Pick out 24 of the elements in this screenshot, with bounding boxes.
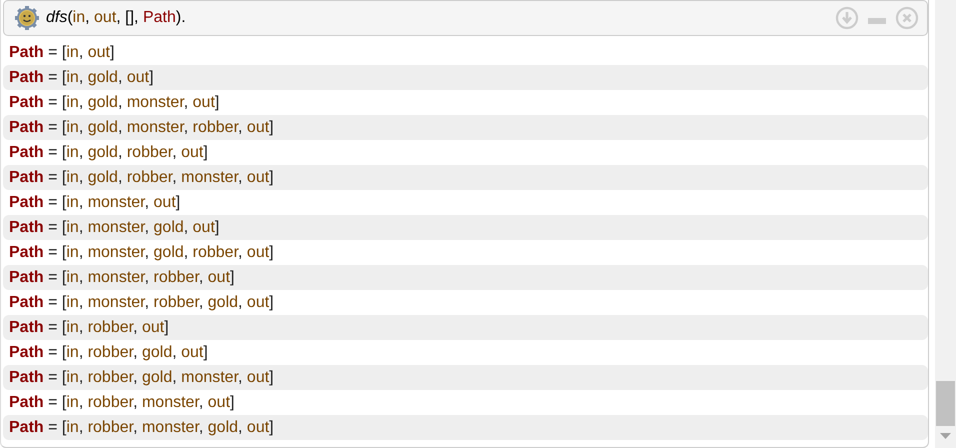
answer-row-text: Path = [in, out] (8, 43, 116, 63)
answer-row-text: Path = [in, gold, robber, out] (8, 143, 209, 163)
answer-row: Path = [in, robber, monster, gold, out] (3, 415, 928, 440)
answer-row: Path = [in, robber, out] (3, 315, 928, 340)
download-icon[interactable] (835, 6, 859, 30)
answer-row-text: Path = [in, monster, robber, gold, out] (8, 293, 275, 313)
answer-row: Path = [in, gold, monster, robber, out] (3, 115, 928, 140)
answer-row-text: Path = [in, monster, gold, robber, out] (8, 243, 275, 263)
minimize-icon[interactable] (867, 17, 887, 25)
scrollbar[interactable] (935, 0, 956, 448)
answer-row-text: Path = [in, gold, monster, out] (8, 93, 220, 113)
answer-row-text: Path = [in, robber, monster, out] (8, 393, 236, 413)
answer-row-text: Path = [in, robber, gold, out] (8, 343, 209, 363)
answer-row: Path = [in, monster, robber, out] (3, 265, 928, 290)
scrollbar-thumb[interactable] (936, 381, 955, 426)
answer-row: Path = [in, gold, robber, monster, out] (3, 165, 928, 190)
scroll-down-icon[interactable] (940, 433, 951, 439)
query-text: dfs(in, out, [], Path). (46, 9, 187, 27)
answer-row-text: Path = [in, monster, out] (8, 193, 182, 213)
close-icon[interactable] (895, 6, 919, 30)
answer-row: Path = [in, gold, out] (3, 65, 928, 90)
answer-row: Path = [in, monster, gold, out] (3, 215, 928, 240)
answer-row: Path = [in, robber, gold, monster, out] (3, 365, 928, 390)
gear-smiley-icon (14, 5, 40, 31)
